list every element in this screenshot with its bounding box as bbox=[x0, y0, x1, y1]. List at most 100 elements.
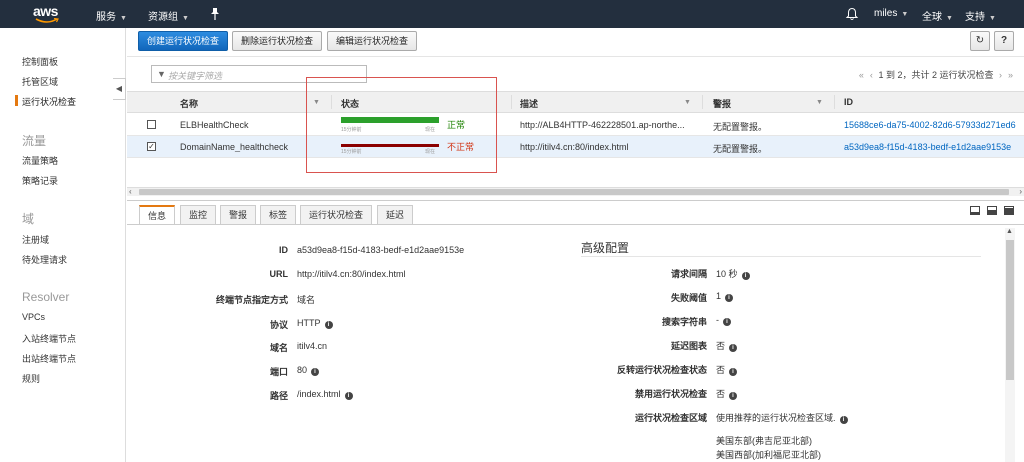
aws-logo[interactable]: aws bbox=[33, 3, 63, 25]
sidebar-item-policy-records[interactable]: 策略记录 bbox=[22, 174, 58, 187]
advanced-config-divider bbox=[581, 256, 981, 257]
info-icon[interactable]: i bbox=[324, 321, 333, 329]
info-icon[interactable]: i bbox=[839, 416, 848, 424]
info-icon[interactable]: i bbox=[725, 294, 734, 302]
create-health-check-button[interactable]: 创建运行状况检查 bbox=[138, 31, 229, 51]
adv-search-label: 搜索字符串 bbox=[661, 317, 707, 327]
sidebar-item-inbound-endpoints[interactable]: 入站终端节点 bbox=[22, 332, 76, 345]
adv-regions-label: 运行状况检查区域 bbox=[634, 413, 707, 423]
row-id-link[interactable]: 15688ce6-da75-4002-82d6-57933d271ed6 bbox=[844, 120, 1024, 130]
bell-icon[interactable] bbox=[845, 7, 859, 21]
refresh-button[interactable]: ↻ bbox=[970, 31, 990, 51]
col-header-description[interactable]: 描述 bbox=[520, 97, 538, 110]
info-icon[interactable]: i bbox=[723, 318, 731, 326]
last-page-icon[interactable]: » bbox=[1008, 70, 1013, 80]
column-divider bbox=[834, 95, 835, 109]
row-checkbox[interactable] bbox=[147, 120, 156, 129]
info-icon[interactable]: i bbox=[729, 368, 738, 376]
table-row[interactable]: ELBHealthCheck 15分钟前 现在 正常 http://ALB4HT… bbox=[127, 114, 1024, 136]
sidebar-item-dashboard[interactable]: 控制面板 bbox=[22, 55, 58, 68]
info-icon[interactable]: i bbox=[729, 344, 738, 352]
scroll-thumb[interactable] bbox=[1006, 240, 1014, 380]
tab-monitoring[interactable]: 监控 bbox=[180, 205, 217, 224]
sidebar-item-registered-domains[interactable]: 注册域 bbox=[22, 233, 49, 246]
prev-page-icon[interactable]: ‹ bbox=[870, 70, 873, 80]
adv-latency: 否i bbox=[716, 339, 738, 352]
table-row[interactable]: ✓ DomainName_healthcheck 15分钟前 现在 不正常 ht… bbox=[127, 136, 1024, 158]
support-label: 支持 bbox=[965, 12, 985, 23]
row-id-link[interactable]: a53d9ea8-f15d-4183-bedf-e1d2aae9153e bbox=[844, 142, 1024, 152]
sidebar-item-hosted-zones[interactable]: 托管区域 bbox=[22, 75, 58, 88]
support-menu[interactable]: 支持 ▼ bbox=[965, 8, 996, 23]
chevron-left-icon: ◀ bbox=[115, 84, 123, 93]
help-button[interactable]: ? bbox=[994, 31, 1014, 51]
scroll-up-icon[interactable]: ▲ bbox=[1006, 228, 1013, 235]
toolbar-divider bbox=[127, 56, 1024, 57]
detail-endpoint-value: 域名 bbox=[297, 295, 316, 305]
advanced-config-heading: 高级配置 bbox=[581, 241, 630, 255]
adv-disabled-label: 禁用运行状况检查 bbox=[634, 389, 707, 399]
filter-placeholder: 按关键字筛选 bbox=[168, 71, 223, 81]
col-header-id[interactable]: ID bbox=[844, 97, 853, 107]
pin-icon[interactable] bbox=[209, 7, 221, 21]
adv-regions-value: 使用推荐的运行状况检查区域. bbox=[716, 413, 836, 423]
detail-url-label: URL bbox=[269, 269, 289, 279]
horizontal-scrollbar[interactable]: ‹ › bbox=[127, 187, 1024, 196]
scroll-left-icon[interactable]: ‹ bbox=[129, 187, 132, 196]
pane-layout-bottom-icon[interactable] bbox=[970, 206, 980, 215]
pagination: « ‹ 1 到 2，共计 2 运行状况检查 › » bbox=[856, 68, 1016, 81]
chevron-down-icon: ▼ bbox=[989, 15, 996, 22]
first-page-icon[interactable]: « bbox=[859, 70, 864, 80]
user-menu[interactable]: miles ▼ bbox=[874, 8, 908, 19]
tab-alarms[interactable]: 警报 bbox=[220, 205, 257, 224]
sort-icon[interactable]: ▼ bbox=[684, 99, 691, 106]
sidebar-heading-domains: 域 bbox=[22, 212, 35, 226]
detail-port-value: 80 bbox=[297, 365, 308, 375]
info-icon[interactable]: i bbox=[311, 368, 320, 376]
adv-interval-value: 10 秒 bbox=[716, 269, 738, 279]
tab-latency[interactable]: 延迟 bbox=[377, 205, 414, 224]
sort-icon[interactable]: ▼ bbox=[816, 99, 823, 106]
region-menu[interactable]: 全球 ▼ bbox=[922, 8, 953, 23]
delete-health-check-button[interactable]: 删除运行状况检查 bbox=[232, 31, 323, 51]
scroll-thumb[interactable] bbox=[139, 189, 1009, 195]
sidebar-item-rules[interactable]: 规则 bbox=[22, 372, 40, 385]
resource-groups-menu[interactable]: 资源组 ▼ bbox=[148, 8, 189, 23]
adv-latency-label: 延迟图表 bbox=[670, 341, 707, 351]
detail-port-label: 端口 bbox=[269, 367, 288, 377]
info-icon[interactable]: i bbox=[729, 392, 738, 400]
column-divider bbox=[702, 95, 703, 109]
sidebar-item-outbound-endpoints[interactable]: 出站终端节点 bbox=[22, 352, 76, 365]
tab-health-checkers[interactable]: 运行状况检查 bbox=[300, 205, 373, 224]
col-header-alarms[interactable]: 警报 bbox=[713, 97, 731, 110]
edit-health-check-button[interactable]: 编辑运行状况检查 bbox=[327, 31, 418, 51]
adv-disabled-value: 否 bbox=[716, 389, 726, 399]
pane-layout-full-icon[interactable] bbox=[1004, 206, 1014, 215]
layout-icon-fill bbox=[971, 212, 979, 215]
detail-id-label: ID bbox=[279, 245, 288, 255]
sidebar-item-traffic-policies[interactable]: 流量策略 bbox=[22, 154, 58, 167]
row-description: http://itilv4.cn:80/index.html bbox=[520, 142, 629, 152]
sidebar-item-health-checks[interactable]: 运行状况检查 bbox=[22, 95, 76, 108]
chevron-down-icon: ▼ bbox=[182, 15, 189, 22]
sidebar-active-indicator bbox=[15, 95, 18, 106]
sidebar-item-vpcs[interactable]: VPCs bbox=[22, 312, 45, 322]
services-menu[interactable]: 服务 ▼ bbox=[96, 8, 127, 23]
pane-divider[interactable] bbox=[127, 200, 1024, 201]
row-checkbox-checked[interactable]: ✓ bbox=[147, 142, 156, 151]
scroll-right-icon[interactable]: › bbox=[1019, 187, 1022, 196]
sidebar-item-pending-requests[interactable]: 待处理请求 bbox=[22, 253, 67, 266]
resource-groups-label: 资源组 bbox=[148, 12, 178, 23]
adv-disabled: 否i bbox=[716, 387, 738, 400]
vertical-scrollbar[interactable]: ▲ bbox=[1005, 228, 1015, 462]
collapse-sidebar-button[interactable]: ◀ bbox=[113, 78, 126, 100]
chevron-down-icon: ▼ bbox=[120, 15, 127, 22]
next-page-icon[interactable]: › bbox=[999, 70, 1002, 80]
info-icon[interactable]: i bbox=[741, 272, 750, 280]
chevron-down-icon: ▼ bbox=[901, 11, 909, 18]
pane-layout-half-icon[interactable] bbox=[987, 206, 997, 215]
tab-tags[interactable]: 标签 bbox=[260, 205, 297, 224]
tab-info[interactable]: 信息 bbox=[139, 205, 176, 225]
info-icon[interactable]: i bbox=[344, 392, 353, 400]
col-header-name[interactable]: 名称 bbox=[180, 97, 198, 110]
